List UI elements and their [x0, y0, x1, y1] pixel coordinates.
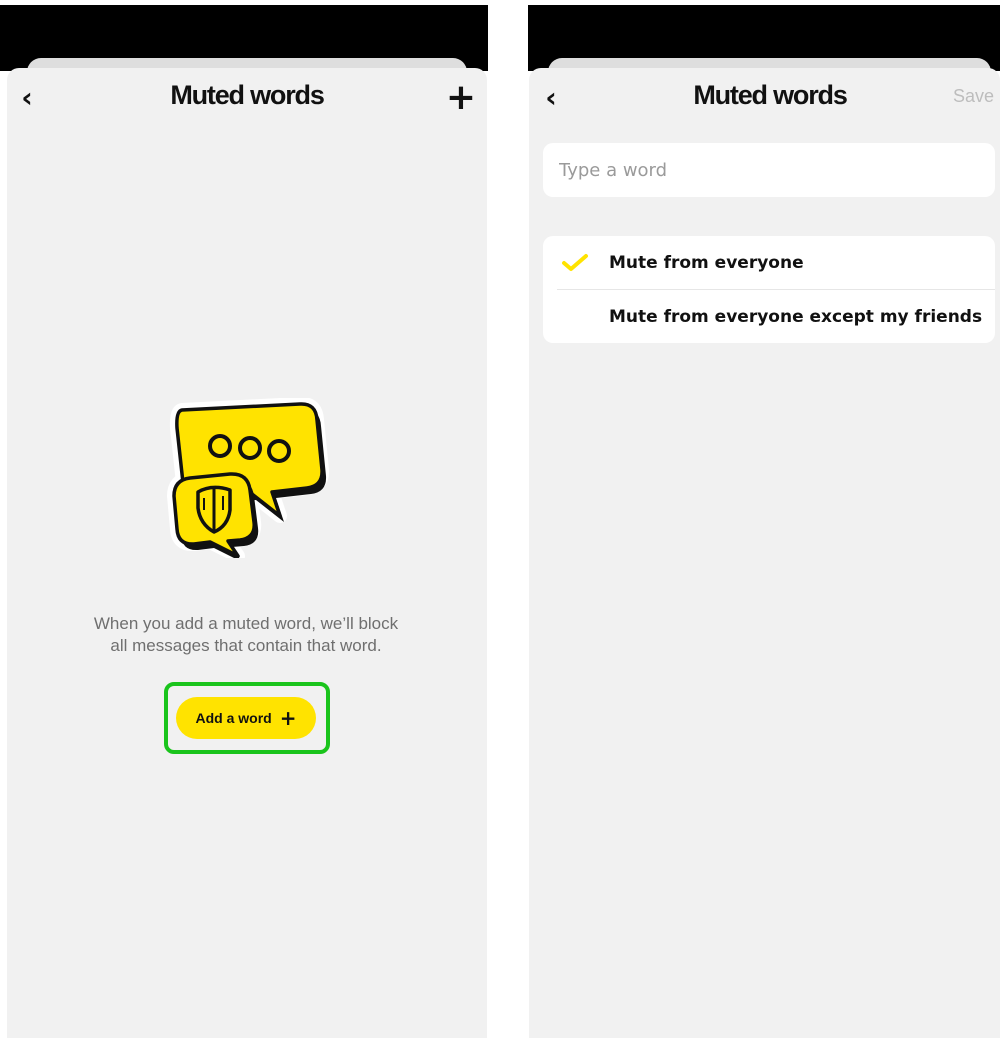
- option-label: Mute from everyone: [609, 253, 804, 273]
- empty-state-message-line-2: all messages that contain that word.: [110, 636, 382, 655]
- modal-sheet: [529, 68, 1000, 1038]
- page-title: Muted words: [170, 80, 324, 110]
- back-button[interactable]: ‹: [537, 80, 565, 114]
- chevron-left-icon: ‹: [545, 80, 557, 114]
- chat-bubble-shield-icon: [167, 398, 330, 558]
- plus-icon: +: [279, 706, 297, 730]
- option-mute-from-everyone[interactable]: Mute from everyone: [543, 236, 995, 289]
- mute-options-list: Mute from everyone Mute from everyone ex…: [543, 236, 995, 343]
- muted-word-input[interactable]: [543, 143, 995, 197]
- chevron-left-icon: ‹: [21, 80, 33, 114]
- muted-words-empty-screen: ‹ Muted words + When you add a muted wor…: [0, 0, 488, 1041]
- add-a-word-button[interactable]: Add a word +: [176, 697, 316, 739]
- page-title: Muted words: [693, 80, 847, 110]
- add-muted-word-button[interactable]: +: [444, 77, 478, 118]
- option-mute-except-friends[interactable]: Mute from everyone except my friends: [543, 290, 995, 343]
- save-button[interactable]: Save: [953, 86, 1000, 107]
- plus-icon: +: [445, 76, 477, 118]
- checkmark-icon: [562, 254, 588, 271]
- back-button[interactable]: ‹: [13, 80, 41, 114]
- empty-state-message-line-1: When you add a muted word, we’ll block: [93, 614, 399, 633]
- add-a-word-label: Add a word: [195, 710, 272, 726]
- add-muted-word-screen: ‹ Muted words Save Mute from everyone Mu…: [528, 0, 1000, 1041]
- option-label: Mute from everyone except my friends: [609, 307, 983, 327]
